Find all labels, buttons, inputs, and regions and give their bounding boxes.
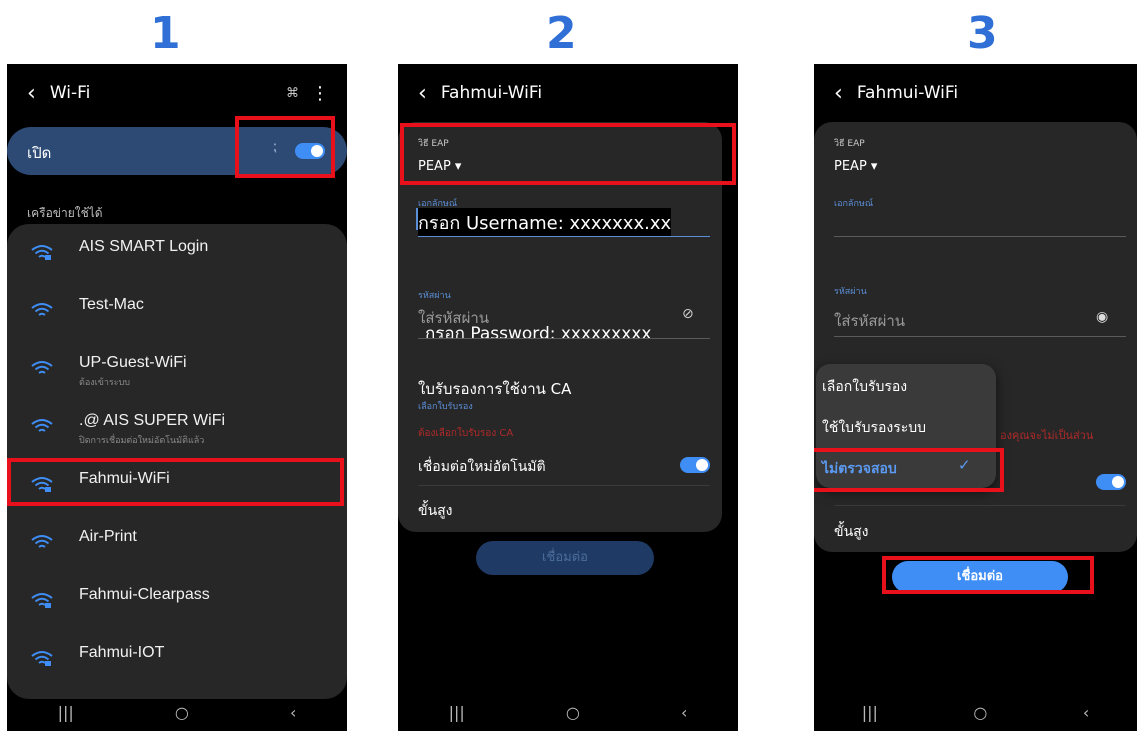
password-label: รหัสผ่าน [418, 291, 451, 301]
warning-text: องคุณจะไม่เป็นส่วน [1000, 429, 1094, 442]
dropdown-option-no-verify[interactable]: ไม่ตรวจสอบ [822, 458, 897, 480]
network-item[interactable]: UP-Guest-WiFi ต้องเข้าระบบ [7, 340, 347, 398]
dropdown-option-system-cert[interactable]: ใช้ใบรับรองระบบ [822, 417, 926, 439]
more-options-icon[interactable]: ⋮ [311, 83, 329, 104]
qr-scan-icon[interactable]: ⌘ [286, 86, 299, 101]
phone-screen-2: ‹ Fahmui-WiFi วิธี EAP PEAP ▾ เอกลักษณ์ … [398, 64, 738, 731]
home-button[interactable]: ○ [973, 703, 987, 722]
back-button[interactable]: ‹ [1083, 703, 1089, 722]
connect-button-label: เชื่อมต่อ [957, 569, 1003, 584]
wifi-switch[interactable] [295, 143, 325, 159]
advanced-item[interactable]: ขั้นสูง [834, 521, 869, 543]
network-item[interactable]: Fahmui-Clearpass [7, 572, 347, 630]
network-list: AIS SMART Login Test-Mac UP-Guest-WiFi ต้อง… [7, 224, 347, 699]
back-button[interactable]: ‹ [681, 703, 687, 722]
text-cursor [416, 208, 418, 230]
wifi-header: ‹ Wi-Fi ⌘ ⋮ [7, 78, 347, 108]
wifi-icon [31, 361, 53, 374]
network-name: AIS SMART Login [79, 238, 209, 255]
eap-method-dropdown[interactable]: PEAP ▾ [418, 159, 461, 174]
wifi-icon [31, 303, 53, 316]
password-label: รหัสผ่าน [834, 287, 867, 297]
network-item[interactable]: Fahmui-WiFi [7, 456, 347, 514]
step-number-2: 2 [546, 8, 577, 59]
dropdown-option-select-cert[interactable]: เลือกใบรับรอง [822, 376, 907, 398]
password-instruction: กรอก Password: xxxxxxxxx [425, 324, 652, 344]
password-field[interactable]: ใส่รหัสผ่าน [834, 309, 905, 333]
network-name: Air-Print [79, 528, 137, 545]
phone-screen-1: ‹ Wi-Fi ⌘ ⋮ เปิด ⁏ เครือข่ายใช้ได้ AIS S… [7, 64, 347, 731]
password-underline [834, 336, 1126, 337]
network-item[interactable]: AIS SMART Login [7, 224, 347, 282]
network-name: Fahmui-IOT [79, 644, 165, 661]
network-name: Test-Mac [79, 296, 144, 313]
network-item[interactable]: Test-Mac [7, 282, 347, 340]
connect-button[interactable]: เชื่อมต่อ [892, 561, 1068, 593]
network-item[interactable]: Fahmui-IOT [7, 630, 347, 688]
back-icon[interactable]: ‹ [834, 81, 843, 106]
identity-field[interactable]: กรอก Username: xxxxxxx.xx [418, 208, 672, 237]
recents-button[interactable]: ||| [449, 703, 465, 722]
phone-screen-3: ‹ Fahmui-WiFi วิธี EAP PEAP ▾ เอกลักษณ์ … [814, 64, 1137, 731]
network-name: UP-Guest-WiFi [79, 354, 187, 371]
page-title: Fahmui-WiFi [856, 83, 959, 103]
connect-button-label: เชื่อมต่อ [542, 550, 588, 565]
wifi-secure-icon [31, 593, 53, 608]
section-label: เครือข่ายใช้ได้ [27, 206, 103, 220]
network-name: Fahmui-WiFi [79, 470, 170, 487]
eye-hidden-icon[interactable]: ⊘ [682, 306, 694, 322]
ca-error-text: ต้องเลือกใบรับรอง CA [418, 428, 514, 439]
ca-cert-title[interactable]: ใบรับรองการใช้งาน CA [418, 377, 571, 401]
wifi-toggle-bar[interactable]: เปิด ⁏ [7, 127, 347, 175]
wifi-secure-icon [31, 651, 53, 666]
wifi-secure-icon [31, 477, 53, 492]
network-header: ‹ Fahmui-WiFi [814, 78, 1137, 108]
password-underline [418, 338, 710, 339]
page-title: Fahmui-WiFi [440, 83, 543, 103]
wifi-icon [31, 535, 53, 548]
identity-label: เอกลักษณ์ [834, 199, 874, 209]
eap-label: วิธี EAP [418, 139, 449, 149]
wifi-icon [31, 419, 53, 432]
network-name: .@ AIS SUPER WiFi [79, 412, 226, 429]
home-button[interactable]: ○ [175, 703, 189, 722]
wifi-secure-icon [31, 245, 53, 260]
network-item[interactable]: .@ AIS SUPER WiFi ปิดการเชื่อมต่อใหม่อัตโ… [7, 398, 347, 456]
eap-method-dropdown[interactable]: PEAP ▾ [834, 159, 877, 174]
nav-bar: ||| ○ ‹ [814, 693, 1137, 731]
recents-button[interactable]: ||| [862, 703, 878, 722]
auto-reconnect-switch[interactable] [1096, 474, 1126, 490]
recents-button[interactable]: ||| [58, 703, 74, 722]
network-name: Fahmui-Clearpass [79, 586, 210, 603]
step-number-3: 3 [967, 8, 998, 59]
loading-icon: ⁏ [272, 139, 277, 155]
network-item[interactable]: Air-Print [7, 514, 347, 572]
home-button[interactable]: ○ [566, 703, 580, 722]
auto-reconnect-switch[interactable] [680, 457, 710, 473]
identity-underline [834, 236, 1126, 237]
connect-button[interactable]: เชื่อมต่อ [476, 541, 654, 575]
network-status: ปิดการเชื่อมต่อใหม่อัตโนมัติแล้ว [79, 436, 205, 446]
nav-bar: ||| ○ ‹ [398, 693, 738, 731]
divider [834, 505, 1126, 506]
step-number-1: 1 [150, 8, 181, 59]
back-button[interactable]: ‹ [290, 703, 296, 722]
eye-icon[interactable]: ◉ [1096, 309, 1108, 325]
checkmark-icon: ✓ [958, 456, 971, 474]
network-status: ต้องเข้าระบบ [79, 378, 131, 388]
identity-underline [418, 236, 710, 237]
toggle-label: เปิด [27, 144, 52, 162]
auto-reconnect-label: เชื่อมต่อใหม่อัตโนมัติ [418, 459, 546, 475]
back-icon[interactable]: ‹ [418, 81, 427, 106]
advanced-item[interactable]: ขั้นสูง [418, 500, 453, 522]
ca-cert-dropdown-menu: เลือกใบรับรอง ใช้ใบรับรองระบบ ไม่ตรวจสอบ… [816, 364, 996, 488]
ca-cert-value: เลือกใบรับรอง [418, 402, 473, 412]
nav-bar: ||| ○ ‹ [7, 693, 347, 731]
page-title: Wi-Fi [49, 83, 91, 103]
eap-label: วิธี EAP [834, 139, 865, 149]
back-icon[interactable]: ‹ [27, 81, 36, 106]
divider [418, 485, 710, 486]
network-header: ‹ Fahmui-WiFi [398, 78, 738, 108]
